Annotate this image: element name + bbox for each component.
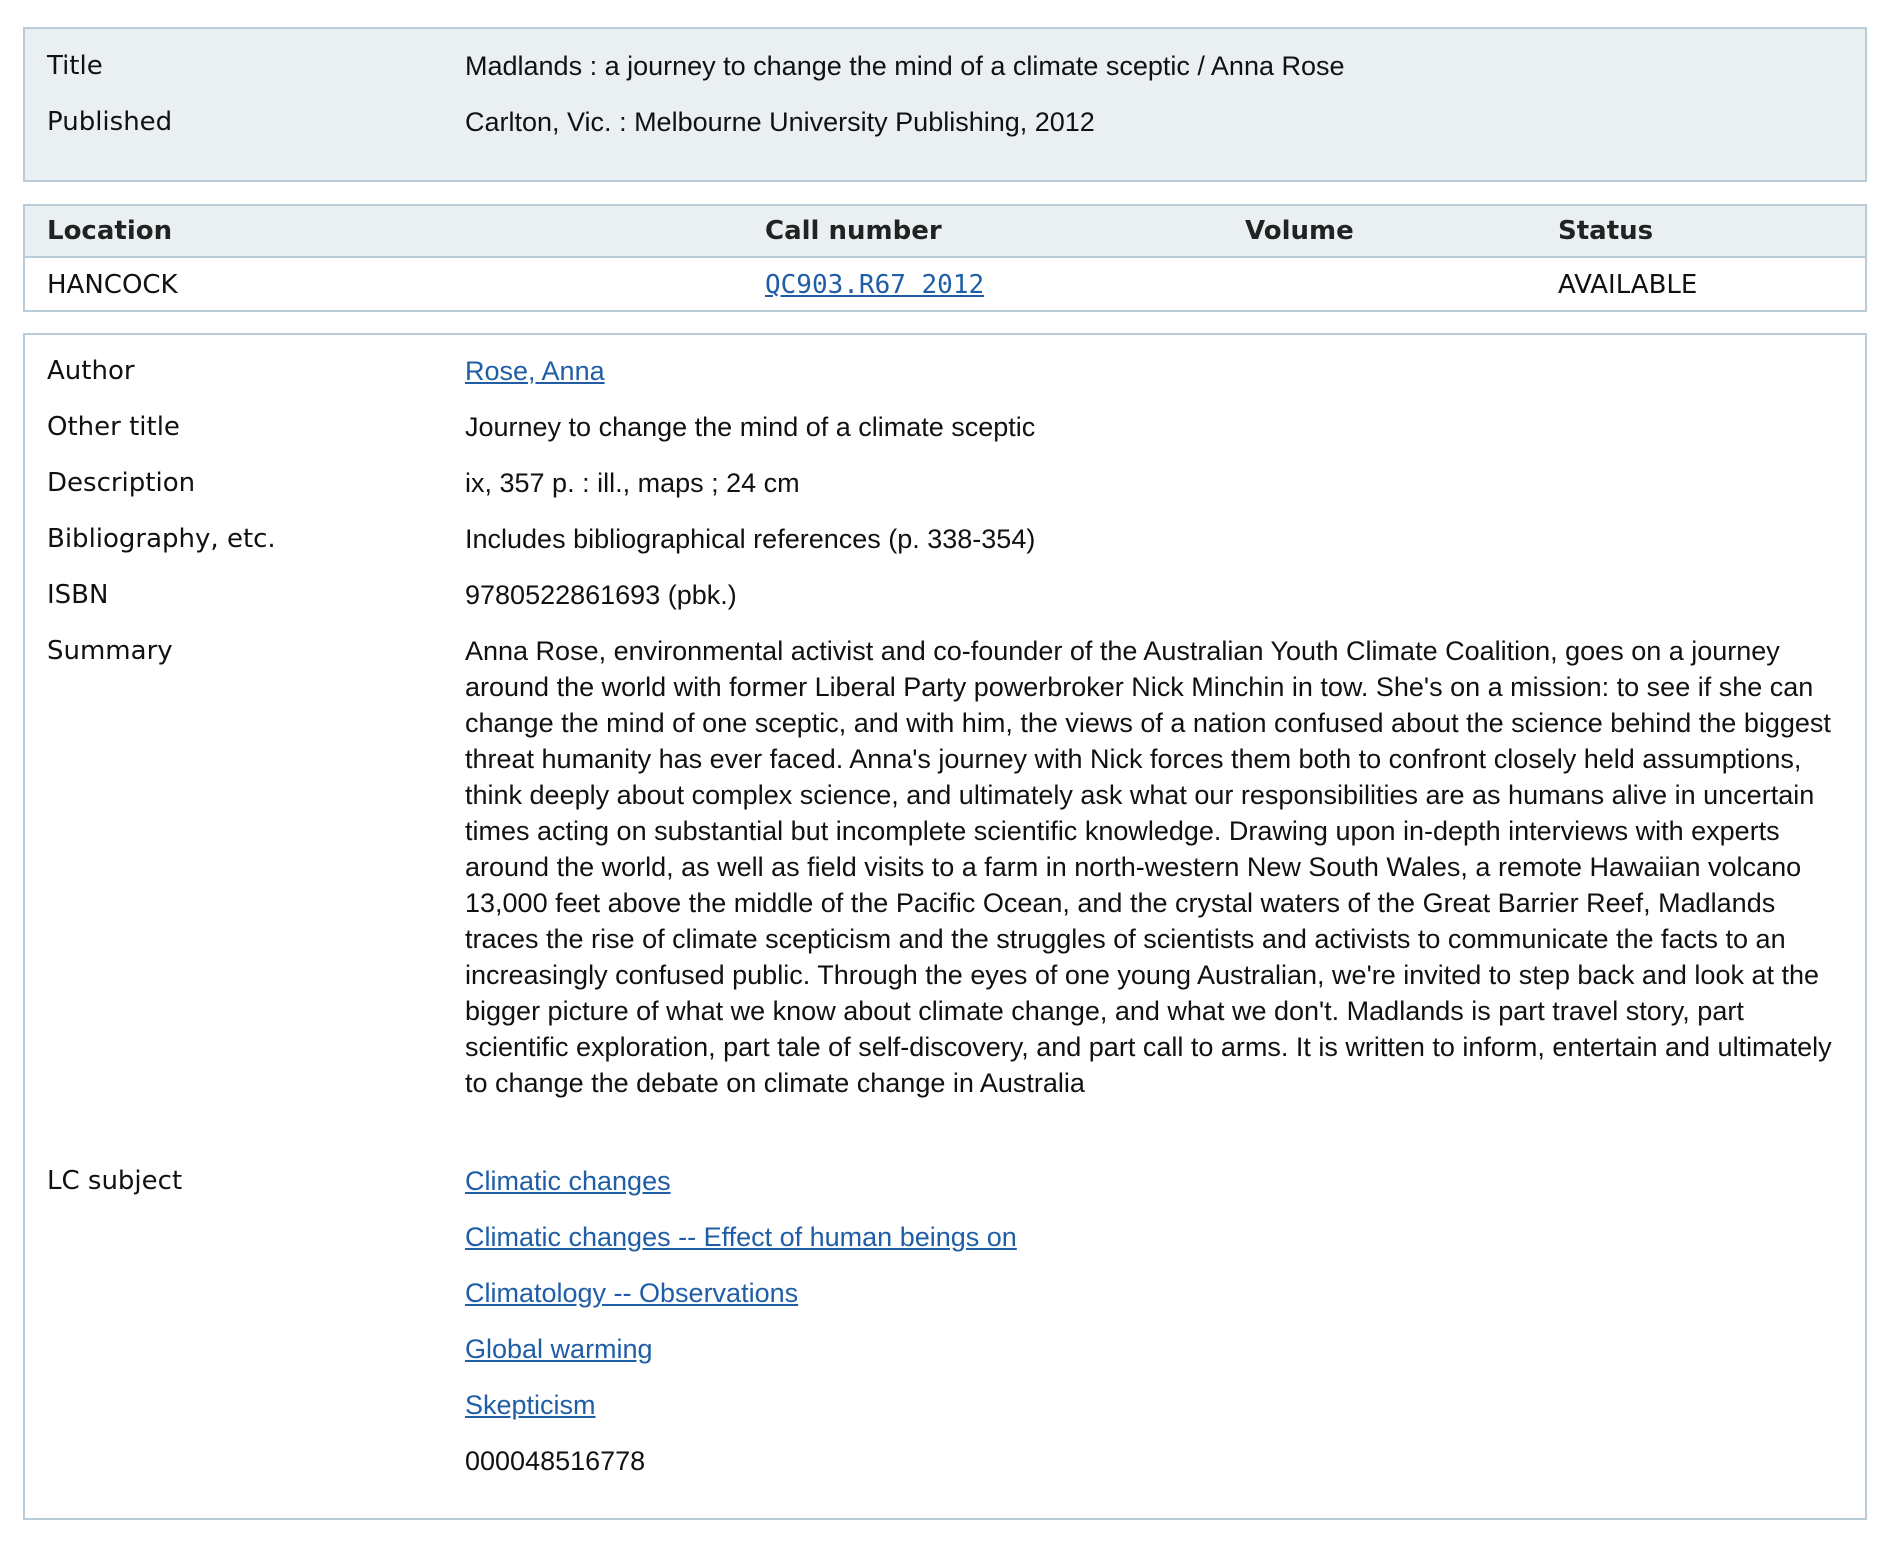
title-value: Madlands : a journey to change the mind … — [465, 51, 1345, 81]
record-id: 000048516778 — [465, 1446, 646, 1476]
published-value: Carlton, Vic. : Melbourne University Pub… — [465, 107, 1095, 137]
isbn-label: ISBN — [47, 580, 109, 610]
bibliography-value: Includes bibliographical references (p. … — [465, 524, 1036, 554]
lc-subject-link[interactable]: Global warming — [465, 1334, 653, 1364]
other-title-label: Other title — [47, 412, 180, 442]
lc-subject-label: LC subject — [47, 1166, 183, 1196]
lc-subject-link[interactable]: Climatic changes — [465, 1166, 671, 1196]
location-cell: HANCOCK — [47, 270, 178, 300]
summary-label: Summary — [47, 636, 173, 666]
record-details-panel: Author Rose, Anna Other title Journey to… — [23, 333, 1867, 1520]
volume-column-header: Volume — [1245, 216, 1354, 246]
lc-subject-link[interactable]: Skepticism — [465, 1390, 596, 1420]
description-label: Description — [47, 468, 196, 498]
status-column-header: Status — [1558, 216, 1654, 246]
call-number-link[interactable]: QC903.R67 2012 — [765, 270, 984, 300]
isbn-value: 9780522861693 (pbk.) — [465, 580, 737, 610]
holdings-header-row: Location Call number Volume Status — [25, 206, 1865, 258]
summary-text: Anna Rose, environmental activist and co… — [465, 636, 1832, 1098]
location-column-header: Location — [47, 216, 173, 246]
record-summary-panel: Title Madlands : a journey to change the… — [23, 27, 1867, 182]
status-cell: AVAILABLE — [1558, 270, 1698, 300]
author-label: Author — [47, 356, 135, 386]
title-label: Title — [47, 51, 103, 81]
bibliography-label: Bibliography, etc. — [47, 524, 276, 554]
lc-subject-link[interactable]: Climatology -- Observations — [465, 1278, 798, 1308]
description-value: ix, 357 p. : ill., maps ; 24 cm — [465, 468, 800, 498]
call-number-column-header: Call number — [765, 216, 942, 246]
other-title-value: Journey to change the mind of a climate … — [465, 412, 1036, 442]
holdings-table: Location Call number Volume Status HANCO… — [23, 204, 1867, 312]
author-link[interactable]: Rose, Anna — [465, 356, 605, 386]
published-label: Published — [47, 107, 173, 137]
lc-subject-link[interactable]: Climatic changes -- Effect of human bein… — [465, 1222, 1017, 1252]
